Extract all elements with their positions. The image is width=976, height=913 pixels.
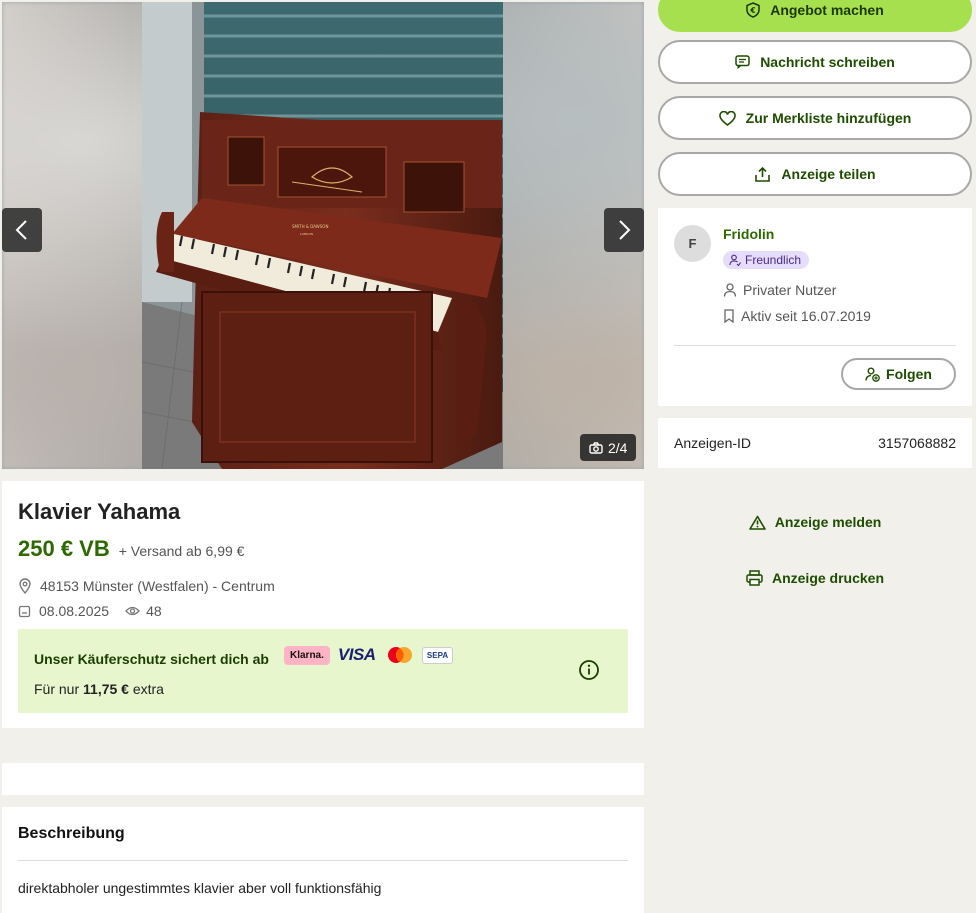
seller-type-text: Privater Nutzer <box>743 282 837 298</box>
seller-card: F Fridolin Freundlich Privater Nutzer Ak… <box>658 208 972 406</box>
follow-button[interactable]: Folgen <box>841 358 956 390</box>
next-image-button[interactable] <box>604 208 644 252</box>
buyer-protection-box: Unser Käuferschutz sichert dich ab Klarn… <box>18 629 628 713</box>
avatar[interactable]: F <box>674 225 711 262</box>
calendar-icon <box>18 605 31 617</box>
payment-logos: Klarna. VISA SEPA <box>284 645 454 665</box>
share-icon <box>755 166 771 182</box>
seller-since-text: Aktiv seit 16.07.2019 <box>741 308 871 324</box>
print-ad-button[interactable]: Anzeige drucken <box>658 570 972 586</box>
mastercard-logo <box>387 647 412 663</box>
sepa-logo: SEPA <box>421 646 454 664</box>
follow-label: Folgen <box>886 366 932 382</box>
price-row: 250 € VB + Versand ab 6,99 € <box>18 536 244 562</box>
heart-icon <box>718 110 736 126</box>
description-card: Beschreibung direktabholer ungestimmtes … <box>2 807 644 913</box>
friendly-badge: Freundlich <box>723 251 810 269</box>
divider <box>674 345 956 346</box>
seller-type-row: Privater Nutzer <box>723 282 836 298</box>
share-ad-label: Anzeige teilen <box>781 166 876 182</box>
protection-amount: 11,75 € <box>83 681 129 697</box>
user-icon <box>723 283 737 297</box>
bookmark-icon <box>724 309 734 323</box>
send-message-button[interactable]: Nachricht schreiben <box>658 40 972 84</box>
share-ad-button[interactable]: Anzeige teilen <box>658 152 972 196</box>
klarna-logo: Klarna. <box>284 645 330 665</box>
location-pin-icon <box>19 578 31 594</box>
chevron-left-icon <box>15 220 27 240</box>
message-icon <box>735 55 750 69</box>
ad-details-card: Klavier Yahama 250 € VB + Versand ab 6,9… <box>2 481 644 728</box>
seller-name-link[interactable]: Fridolin <box>723 226 774 242</box>
ad-title: Klavier Yahama <box>18 499 181 524</box>
description-title: Beschreibung <box>18 825 125 842</box>
date-text: 08.08.2025 <box>39 603 110 619</box>
add-to-watchlist-label: Zur Merkliste hinzufügen <box>745 110 912 126</box>
send-message-label: Nachricht schreiben <box>760 54 895 70</box>
date-row: 08.08.2025 48 <box>18 603 162 619</box>
ad-id-label: Anzeigen-ID <box>674 435 752 451</box>
protection-prefix: Für nur <box>34 681 80 697</box>
visa-logo: VISA <box>337 645 376 664</box>
make-offer-button[interactable]: Angebot machen <box>658 0 972 32</box>
previous-image-button[interactable] <box>2 208 42 252</box>
image-counter[interactable]: 2/4 <box>580 434 637 461</box>
warning-icon <box>748 515 766 530</box>
protection-suffix: extra <box>132 681 164 697</box>
user-badge-icon <box>729 254 741 266</box>
price: 250 € VB <box>18 536 110 561</box>
ad-id-value: 3157068882 <box>878 435 956 451</box>
listing-photo[interactable]: SMITH & DAWSON LONDON <box>142 2 503 469</box>
seller-since-row: Aktiv seit 16.07.2019 <box>723 308 871 324</box>
info-icon[interactable] <box>578 659 600 681</box>
empty-section <box>2 763 644 795</box>
friendly-badge-label: Freundlich <box>745 253 802 267</box>
image-gallery[interactable]: SMITH & DAWSON LONDON 2/4 <box>2 2 644 469</box>
report-ad-button[interactable]: Anzeige melden <box>658 514 972 530</box>
print-ad-label: Anzeige drucken <box>771 570 885 586</box>
printer-icon <box>746 570 763 586</box>
eye-icon <box>125 606 140 616</box>
views-count: 48 <box>146 603 162 619</box>
shield-euro-icon <box>746 2 760 18</box>
add-to-watchlist-button[interactable]: Zur Merkliste hinzufügen <box>658 96 972 140</box>
camera-icon <box>589 441 603 454</box>
ad-id-card: Anzeigen-ID 3157068882 <box>658 418 972 468</box>
location-row: 48153 Münster (Westfalen) - Centrum <box>18 578 275 594</box>
shipping-info: + Versand ab 6,99 € <box>118 543 245 559</box>
description-text: direktabholer ungestimmtes klavier aber … <box>18 880 382 896</box>
buyer-protection-title: Unser Käuferschutz sichert dich ab <box>34 651 269 667</box>
chevron-right-icon <box>619 220 631 240</box>
brand-plate-1: SMITH & DAWSON <box>292 224 328 229</box>
location-text: 48153 Münster (Westfalen) - Centrum <box>40 578 275 594</box>
buyer-protection-price: Für nur 11,75 € extra <box>34 681 164 697</box>
views: 48 <box>125 603 162 619</box>
brand-plate-2: LONDON <box>300 232 313 236</box>
divider <box>18 860 628 861</box>
image-counter-text: 2/4 <box>608 439 628 456</box>
user-plus-icon <box>865 367 880 382</box>
make-offer-label: Angebot machen <box>770 2 884 18</box>
report-ad-label: Anzeige melden <box>774 514 882 530</box>
